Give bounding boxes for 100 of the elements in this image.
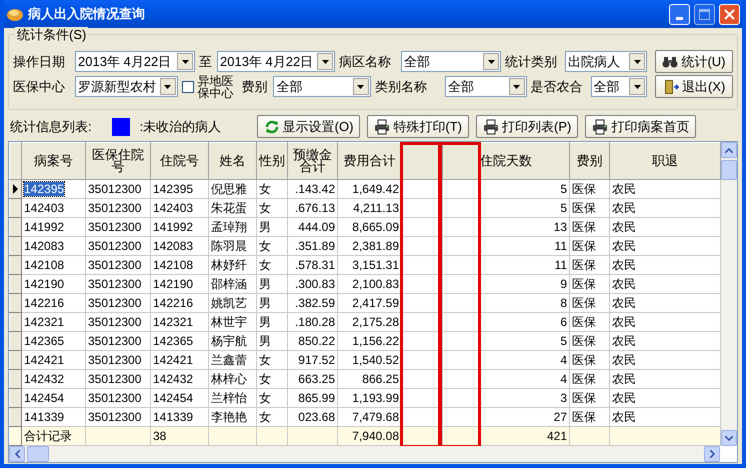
checkbox-label: 异地医保中心 (198, 74, 234, 98)
table-cell: 11 (554, 238, 567, 253)
table-cell: 142365 (153, 334, 194, 348)
table-cell: 医保 (572, 352, 596, 367)
table-cell: 444.09 (298, 220, 335, 234)
refresh-icon (264, 118, 280, 134)
printer-icon (592, 118, 608, 134)
maximize-icon (699, 8, 710, 20)
table-cell: 女 (259, 390, 271, 405)
window-title: 病人出入院情况查询 (28, 6, 146, 22)
dropdown-field[interactable]: 罗源新型农村 (75, 76, 178, 97)
field-label: 是否农合 (530, 78, 584, 94)
table-cell: 7,479.68 (352, 410, 399, 424)
dropdown-button[interactable] (629, 78, 646, 95)
caret-icon (488, 60, 494, 64)
table-cell: 陈羽晨 (211, 238, 247, 253)
table-cell: 林世宇 (211, 314, 247, 329)
table-cell: 农民 (612, 220, 636, 234)
table-cell: 兰梓怡 (211, 390, 247, 405)
table-cell: 5 (560, 200, 567, 215)
dropdown-field[interactable]: 全部 (590, 76, 648, 97)
dropdown-field[interactable]: 2013年 4月22日 (75, 51, 195, 72)
table-cell: 142083 (24, 238, 64, 253)
maximize-button[interactable] (694, 4, 715, 24)
table-cell: 农民 (612, 352, 636, 367)
table-cell: 8,665.09 (352, 220, 399, 234)
table-cell: 医保 (572, 238, 596, 253)
dropdown-button[interactable] (629, 53, 645, 70)
search-button[interactable]: 统计(U) (655, 50, 733, 73)
table-cell: 4 (560, 372, 567, 386)
minimize-button[interactable] (669, 4, 690, 24)
table-cell: 35012300 (88, 200, 142, 215)
table-cell: 男 (259, 220, 271, 234)
field-label: 费别 (241, 78, 268, 94)
table-cell: 35012300 (88, 182, 142, 196)
table-cell: 141992 (24, 220, 64, 234)
horizontal-scrollbar[interactable] (9, 446, 720, 462)
dropdown-field[interactable]: 全部 (444, 76, 527, 97)
dropdown-button[interactable] (317, 53, 333, 70)
dropdown-button[interactable] (508, 78, 525, 95)
dropdown-field[interactable]: 全部 (273, 76, 371, 97)
scroll-down-button[interactable] (721, 430, 737, 446)
scroll-right-button[interactable] (704, 446, 720, 462)
dropdown-button[interactable] (483, 53, 499, 70)
scroll-thumb[interactable] (721, 160, 737, 180)
table-cell: 35012300 (88, 334, 142, 348)
table-cell: 5 (560, 334, 567, 348)
table-cell: 男 (259, 314, 271, 329)
table-cell: 女 (259, 410, 271, 424)
table-cell: 023.68 (298, 410, 335, 424)
door-icon (662, 78, 679, 94)
table-cell: 35012300 (88, 372, 142, 386)
legend-text: :未收治的病人 (140, 118, 222, 134)
dropdown-button[interactable] (177, 53, 193, 70)
print-button[interactable]: 打印病案首页 (585, 115, 696, 138)
exit-button[interactable]: 退出(X) (655, 75, 733, 98)
field-label: 操作日期 (13, 54, 66, 70)
checkbox[interactable] (182, 80, 194, 92)
table-cell: 孟琸翔 (211, 220, 247, 234)
table-cell: 141339 (153, 410, 194, 424)
table-cell: 1,193.99 (352, 390, 399, 405)
table-cell: 邵梓涵 (211, 276, 247, 291)
table-cell: 865.99 (298, 390, 335, 405)
table-cell: .578.31 (294, 258, 335, 272)
table-cell: .300.83 (294, 276, 335, 291)
printer-icon (483, 118, 500, 134)
vertical-scrollbar[interactable] (721, 142, 737, 446)
table-cell: 35012300 (88, 220, 142, 234)
table-cell: 142395 (24, 182, 64, 196)
print-button[interactable]: 特殊打印(T) (367, 115, 470, 138)
table-cell: 农民 (612, 200, 636, 215)
dropdown-button[interactable] (352, 78, 369, 95)
table-cell: 农民 (612, 314, 636, 329)
table-cell: 农民 (612, 390, 636, 405)
total-cell: 7,940.08 (352, 428, 399, 443)
table-cell: 866.25 (362, 372, 399, 386)
caret-icon (164, 84, 172, 88)
table-cell: 35012300 (88, 238, 142, 253)
total-cell: 合计记录 (24, 428, 72, 443)
table-cell: 3 (560, 390, 567, 405)
table-cell: 142190 (153, 276, 194, 291)
scroll-thumb[interactable] (27, 446, 49, 462)
print-button[interactable]: 打印列表(P) (476, 115, 578, 138)
table-cell: 医保 (572, 334, 596, 348)
table-cell: 142432 (24, 372, 64, 386)
scroll-left-button[interactable] (9, 446, 25, 462)
dropdown-button[interactable] (160, 78, 176, 95)
dropdown-field[interactable]: 出院病人 (565, 51, 647, 72)
table-cell: 杨宇航 (211, 334, 247, 348)
table-cell: 2,100.83 (352, 276, 399, 291)
table-cell: 1,156.22 (352, 334, 399, 348)
dropdown-field[interactable]: 2013年 4月22日 (217, 51, 335, 72)
display-settings-button[interactable]: 显示设置(O) (256, 115, 360, 138)
table-cell: 女 (259, 182, 271, 196)
table-cell: 男 (259, 296, 271, 310)
scroll-up-button[interactable] (721, 142, 737, 158)
table-cell: 男 (259, 276, 271, 291)
close-button[interactable] (719, 4, 740, 24)
table-cell: 女 (259, 352, 271, 367)
dropdown-field[interactable]: 全部 (401, 51, 501, 72)
